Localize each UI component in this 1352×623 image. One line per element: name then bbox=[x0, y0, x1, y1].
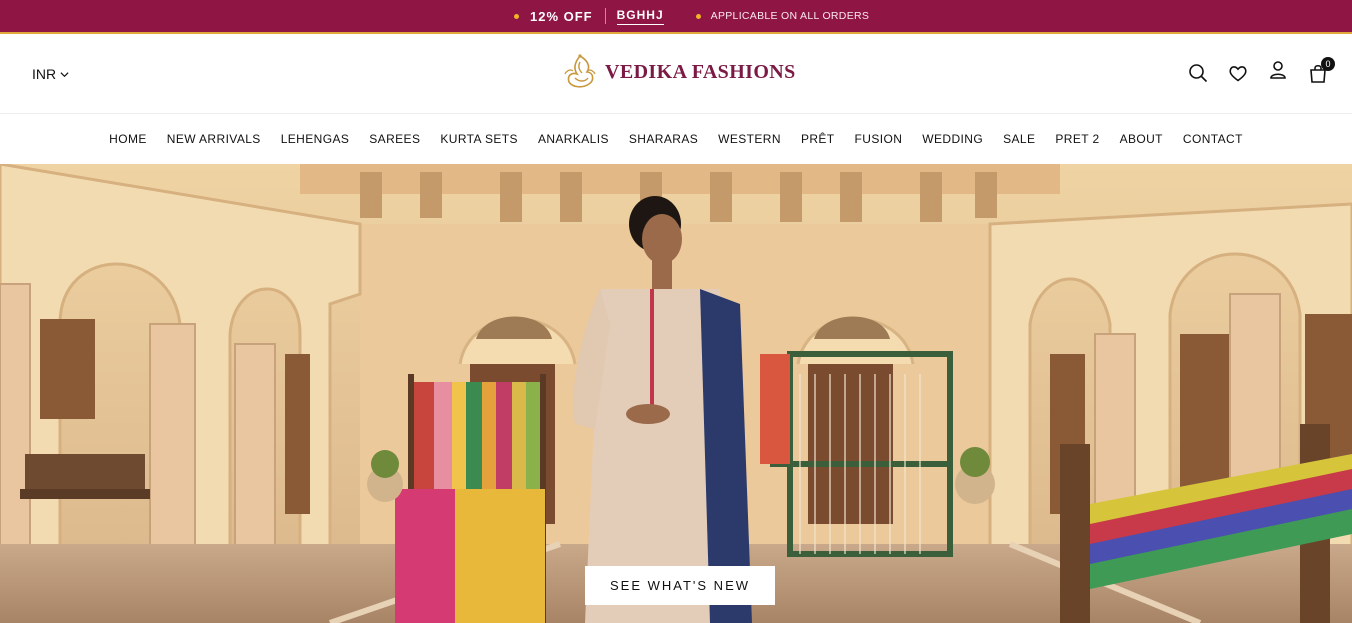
offer-note: APPLICABLE ON ALL ORDERS bbox=[710, 10, 870, 22]
nav-item-kurta-sets[interactable]: KURTA SETS bbox=[430, 132, 528, 146]
bullet-icon bbox=[695, 13, 701, 19]
hero-image bbox=[0, 164, 1352, 623]
nav-item-fusion[interactable]: FUSION bbox=[845, 132, 913, 146]
nav-item-new-arrivals[interactable]: NEW ARRIVALS bbox=[157, 132, 271, 146]
nav-item-pret-2[interactable]: PRET 2 bbox=[1045, 132, 1109, 146]
coupon-code[interactable]: BGHHJ bbox=[616, 8, 664, 25]
nav-item-shararas[interactable]: SHARARAS bbox=[619, 132, 708, 146]
account-button[interactable] bbox=[1267, 59, 1289, 81]
nav-item-anarkalis[interactable]: ANARKALIS bbox=[528, 132, 619, 146]
user-icon bbox=[1270, 61, 1286, 79]
wishlist-button[interactable] bbox=[1227, 62, 1249, 84]
see-whats-new-button[interactable]: SEE WHAT'S NEW bbox=[585, 566, 775, 605]
nav-item-sarees[interactable]: SAREES bbox=[359, 132, 430, 146]
heart-icon bbox=[1229, 66, 1247, 82]
offer-text: 12% OFF bbox=[530, 8, 593, 24]
nav-item-about[interactable]: ABOUT bbox=[1110, 132, 1173, 146]
nav-item-sale[interactable]: SALE bbox=[993, 132, 1045, 146]
brand-name: VEDIKA FASHIONS bbox=[605, 60, 796, 83]
search-button[interactable] bbox=[1187, 62, 1209, 84]
nav-item-contact[interactable]: CONTACT bbox=[1173, 132, 1253, 146]
main-navigation: HOME NEW ARRIVALS LEHENGAS SAREES KURTA … bbox=[0, 114, 1352, 164]
nav-item-pret[interactable]: PRÊT bbox=[791, 132, 845, 146]
divider bbox=[604, 8, 606, 24]
currency-selector[interactable]: INR bbox=[32, 66, 69, 82]
announcement-bar: 12% OFF BGHHJ APPLICABLE ON ALL ORDERS bbox=[0, 0, 1352, 34]
hero-banner[interactable] bbox=[0, 164, 1352, 623]
nav-item-western[interactable]: WESTERN bbox=[708, 132, 791, 146]
logo-emblem-icon bbox=[564, 54, 596, 88]
currency-label: INR bbox=[32, 66, 57, 82]
nav-item-lehengas[interactable]: LEHENGAS bbox=[271, 132, 360, 146]
cart-count-badge: 0 bbox=[1321, 57, 1335, 71]
nav-item-wedding[interactable]: WEDDING bbox=[912, 132, 993, 146]
brand-logo[interactable]: VEDIKA FASHIONS bbox=[561, 52, 796, 92]
bullet-icon bbox=[514, 13, 519, 19]
nav-item-home[interactable]: HOME bbox=[99, 132, 157, 146]
site-header: INR VEDIKA FASHIONS 0 bbox=[0, 34, 1352, 114]
chevron-down-icon bbox=[60, 71, 69, 77]
search-icon bbox=[1189, 64, 1208, 83]
